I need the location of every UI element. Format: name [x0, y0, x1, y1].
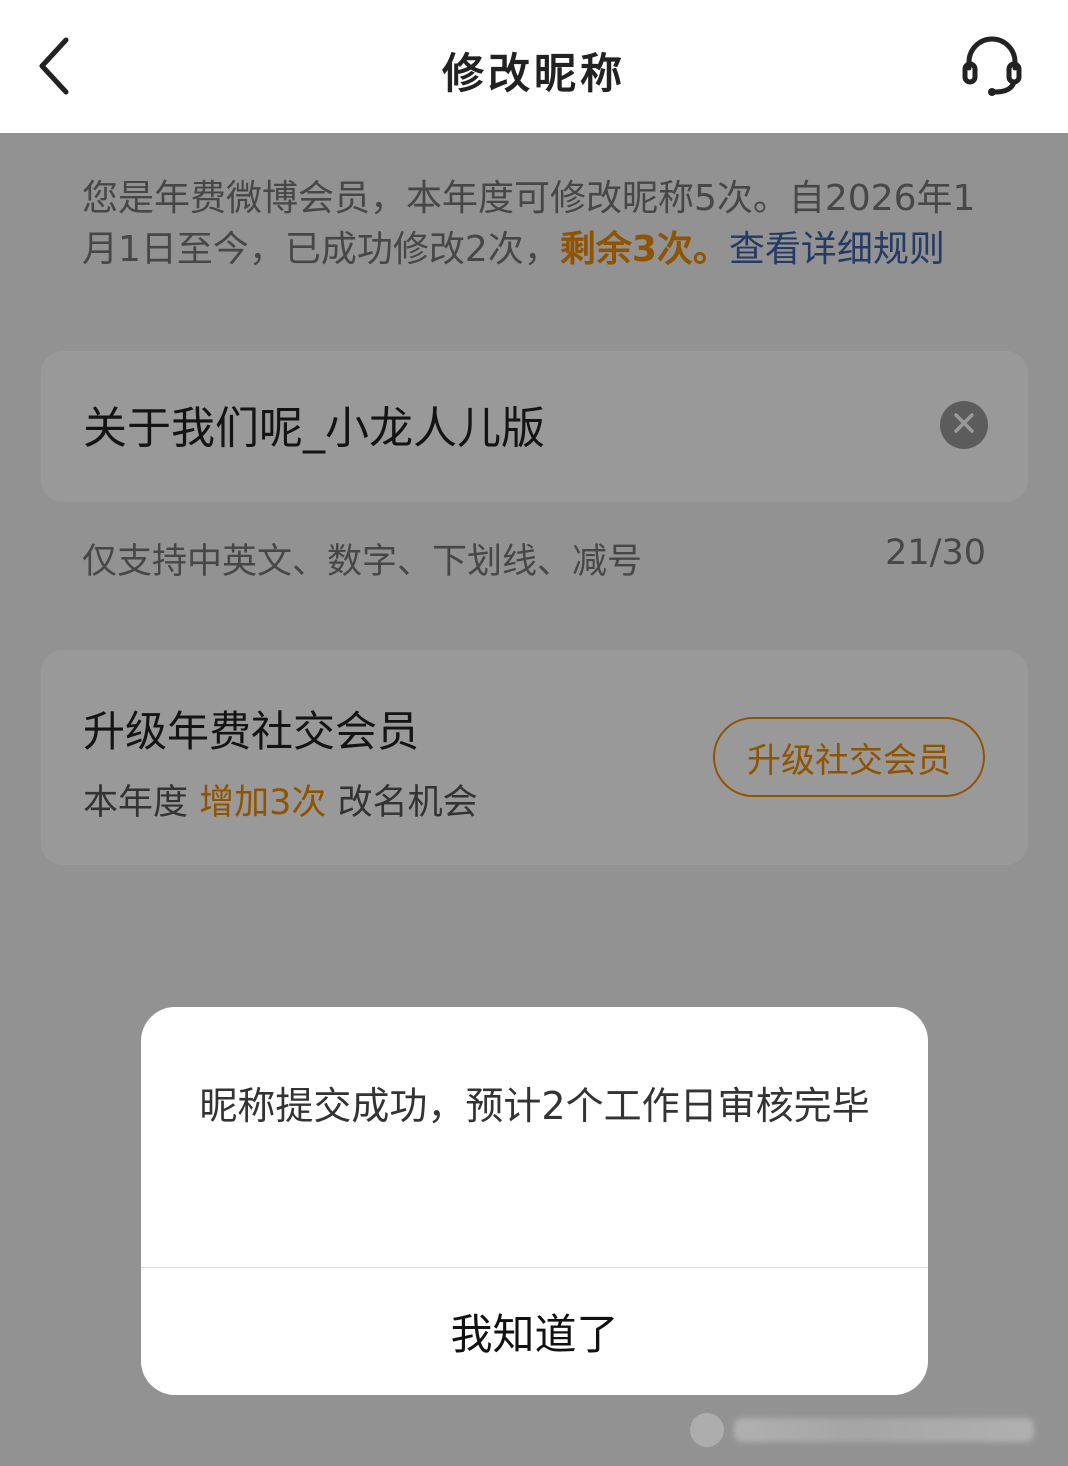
confirm-button[interactable]: 我知道了	[141, 1268, 928, 1395]
headset-icon	[959, 34, 1025, 102]
watermark-logo-icon	[690, 1413, 724, 1447]
watermark-text-blurred	[734, 1418, 1034, 1442]
watermark	[690, 1408, 1050, 1452]
dialog-message: 昵称提交成功，预计2个工作日审核完毕	[199, 1084, 870, 1128]
top-nav-bar: 修改昵称	[0, 0, 1068, 133]
customer-service-button[interactable]	[950, 28, 1034, 108]
page-title: 修改昵称	[441, 49, 626, 98]
success-dialog: 昵称提交成功，预计2个工作日审核完毕 我知道了	[141, 1007, 928, 1395]
